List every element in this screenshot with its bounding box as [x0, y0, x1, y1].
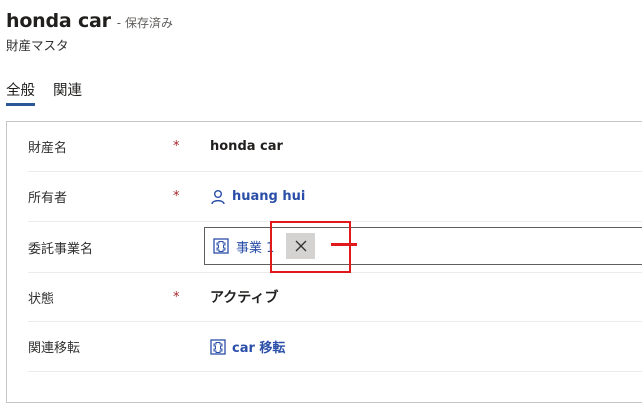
required-mark: *: [173, 139, 180, 154]
required-mark: *: [173, 289, 180, 305]
asset-name-value[interactable]: honda car: [210, 139, 283, 154]
field-owner: 所有者 * huang hui: [28, 172, 642, 222]
entity-icon: [213, 238, 229, 254]
field-asset-name: 財産名 * honda car: [28, 122, 642, 172]
field-label: 状態: [28, 291, 55, 307]
field-label: 関連移転: [28, 341, 81, 356]
field-state: 状態 * アクティブ: [28, 272, 642, 322]
annotation-highlight-box: [270, 221, 351, 273]
owner-link[interactable]: huang hui: [210, 189, 305, 205]
owner-name: huang hui: [232, 189, 306, 204]
entity-name: 財産マスタ: [6, 38, 69, 53]
annotation-arrow-line: [331, 243, 357, 246]
tab-bar: 全般 関連: [6, 79, 100, 106]
tab-related[interactable]: 関連: [53, 79, 82, 106]
record-title: honda car: [6, 10, 111, 32]
field-related-transfer: 関連移転 car 移転: [28, 322, 642, 372]
field-label: 所有者: [28, 191, 68, 206]
related-transfer-label: car 移転: [232, 341, 286, 356]
field-label: 委託事業名: [28, 241, 94, 257]
related-transfer-link[interactable]: car 移転: [210, 337, 285, 356]
person-icon: [211, 189, 225, 204]
entity-icon: [210, 338, 226, 355]
required-mark: *: [173, 189, 180, 204]
title-row: honda car - 保存済み: [6, 10, 173, 32]
state-value[interactable]: アクティブ: [210, 287, 278, 307]
field-label: 財産名: [28, 141, 68, 156]
tab-general[interactable]: 全般: [6, 79, 35, 106]
business-chip-label: 事業 1: [236, 240, 275, 256]
save-status: - 保存済み: [116, 16, 173, 30]
record-header: honda car - 保存済み 財産マスタ: [6, 10, 173, 54]
business-chip[interactable]: 事業 1: [213, 237, 274, 256]
